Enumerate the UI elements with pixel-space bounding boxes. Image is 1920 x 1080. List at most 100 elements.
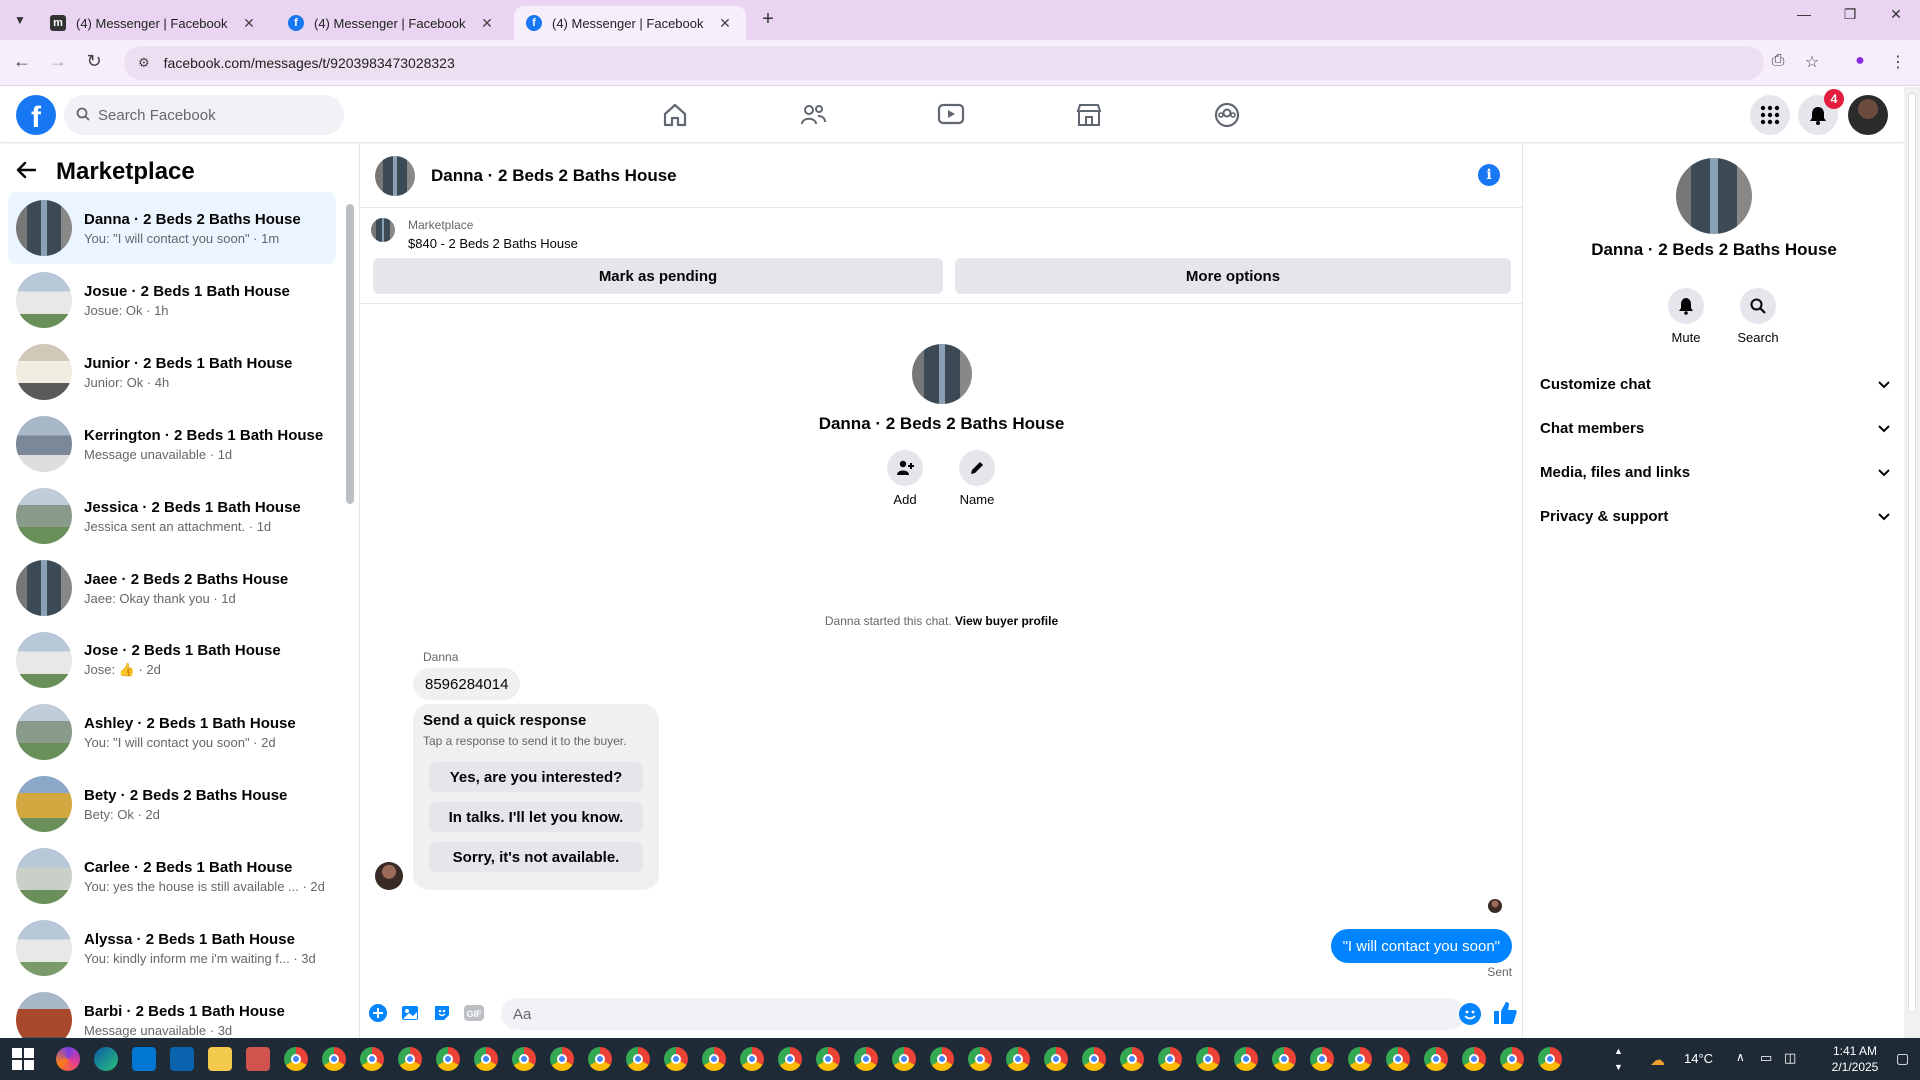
browser-tab-1[interactable]: m (4) Messenger | Facebook ✕	[38, 6, 270, 40]
account-avatar[interactable]	[1848, 95, 1888, 135]
browser-menu-icon[interactable]: ⋮	[1886, 52, 1910, 72]
chrome-icon[interactable]	[854, 1047, 878, 1071]
close-tab-icon[interactable]: ✕	[240, 15, 258, 32]
close-window-icon[interactable]: ✕	[1876, 6, 1916, 23]
edge-icon[interactable]	[94, 1047, 118, 1071]
forward-arrow-icon[interactable]: →	[46, 51, 70, 72]
windows-start-icon[interactable]	[12, 1048, 34, 1070]
notification-center-icon[interactable]: ▢	[1896, 1050, 1909, 1067]
conversation-item[interactable]: Jaee · 2 Beds 2 Baths House Jaee: Okay th…	[8, 552, 336, 624]
search-in-chat-button[interactable]: Search	[1730, 288, 1786, 345]
buyer-avatar[interactable]	[375, 862, 403, 890]
chrome-icon[interactable]	[398, 1047, 422, 1071]
sidebar-scrollbar[interactable]	[344, 192, 356, 1032]
conversation-item[interactable]: Barbi · 2 Beds 1 Bath House Message unava…	[8, 984, 336, 1038]
page-scroll-thumb[interactable]	[1908, 93, 1916, 1013]
chrome-icon[interactable]	[1500, 1047, 1524, 1071]
show-hidden-icons-chevron-icon[interactable]: ∧	[1736, 1050, 1745, 1064]
chrome-icon[interactable]	[322, 1047, 346, 1071]
chrome-icon[interactable]	[740, 1047, 764, 1071]
conversation-item[interactable]: Kerrington · 2 Beds 1 Bath House Message …	[8, 408, 336, 480]
back-arrow-icon[interactable]: ←	[10, 51, 34, 72]
thumbs-up-like-icon[interactable]	[1492, 1000, 1518, 1026]
chrome-icon[interactable]	[1006, 1047, 1030, 1071]
message-input[interactable]: Aa	[501, 998, 1465, 1030]
chrome-icon[interactable]	[1386, 1047, 1410, 1071]
network-icon[interactable]: ▭	[1760, 1050, 1772, 1066]
search-facebook-input[interactable]: Search Facebook	[64, 95, 344, 135]
outlook-icon[interactable]	[170, 1047, 194, 1071]
chrome-icon[interactable]	[550, 1047, 574, 1071]
listing-thumbnail[interactable]	[371, 218, 395, 242]
chrome-icon[interactable]	[1310, 1047, 1334, 1071]
chrome-icon[interactable]	[284, 1047, 308, 1071]
add-people-button[interactable]: Add	[875, 450, 935, 507]
file-explorer-icon[interactable]	[208, 1047, 232, 1071]
media-files-links-section[interactable]: Media, files and links	[1540, 454, 1890, 490]
chrome-icon[interactable]	[436, 1047, 460, 1071]
conversation-item[interactable]: Alyssa · 2 Beds 1 Bath House You: kindly …	[8, 912, 336, 984]
menu-grid-icon[interactable]	[1750, 95, 1790, 135]
quick-response-interested-button[interactable]: Yes, are you interested?	[429, 762, 643, 792]
chrome-icon[interactable]	[664, 1047, 688, 1071]
marketplace-icon[interactable]	[1073, 99, 1105, 131]
chrome-icon[interactable]	[1120, 1047, 1144, 1071]
new-tab-plus-icon[interactable]: +	[756, 8, 780, 31]
groups-icon[interactable]	[1211, 99, 1243, 131]
chrome-icon[interactable]	[1538, 1047, 1562, 1071]
chat-members-section[interactable]: Chat members	[1540, 410, 1890, 446]
chrome-icon[interactable]	[702, 1047, 726, 1071]
chrome-icon[interactable]	[1424, 1047, 1448, 1071]
minimize-window-icon[interactable]: —	[1784, 6, 1824, 22]
home-icon[interactable]	[659, 99, 691, 131]
conversation-item[interactable]: Jose · 2 Beds 1 Bath House Jose: 👍 · 2d	[8, 624, 336, 696]
chrome-icon[interactable]	[1082, 1047, 1106, 1071]
chrome-icon[interactable]	[778, 1047, 802, 1071]
incoming-message-bubble[interactable]: 8596284014	[413, 668, 521, 700]
plus-circle-icon[interactable]	[367, 1002, 389, 1024]
chat-title[interactable]: Danna · 2 Beds 2 Baths House	[431, 166, 677, 186]
chrome-icon[interactable]	[930, 1047, 954, 1071]
back-arrow-icon[interactable]	[16, 159, 37, 185]
store-icon[interactable]	[132, 1047, 156, 1071]
volume-icon[interactable]: ◫	[1784, 1050, 1796, 1066]
mute-button[interactable]: Mute	[1658, 288, 1714, 345]
conversation-item[interactable]: Carlee · 2 Beds 1 Bath House You: yes the…	[8, 840, 336, 912]
weather-icon[interactable]: ☁	[1650, 1051, 1665, 1069]
weather-temperature[interactable]: 14°C	[1684, 1051, 1713, 1066]
conversation-item[interactable]: Danna · 2 Beds 2 Baths House You: "I will…	[8, 192, 336, 264]
photo-icon[interactable]	[399, 1002, 421, 1024]
mark-as-pending-button[interactable]: Mark as pending	[373, 258, 943, 294]
bookmark-star-icon[interactable]: ☆	[1800, 52, 1824, 72]
chrome-icon[interactable]	[1158, 1047, 1182, 1071]
conversation-item[interactable]: Junior · 2 Beds 1 Bath House Junior: Ok ·…	[8, 336, 336, 408]
gif-icon[interactable]: GIF	[463, 1002, 485, 1024]
quick-response-in-talks-button[interactable]: In talks. I'll let you know.	[429, 802, 643, 832]
chrome-icon[interactable]	[626, 1047, 650, 1071]
video-icon[interactable]	[935, 99, 967, 131]
quick-response-not-available-button[interactable]: Sorry, it's not available.	[429, 842, 643, 872]
chrome-icon[interactable]	[1272, 1047, 1296, 1071]
chrome-icon[interactable]	[816, 1047, 840, 1071]
app-icon[interactable]	[246, 1047, 270, 1071]
taskbar-scroll-down-icon[interactable]: ▼	[1614, 1062, 1623, 1072]
conversation-item[interactable]: Ashley · 2 Beds 1 Bath House You: "I will…	[8, 696, 336, 768]
facebook-logo-icon[interactable]: f	[16, 95, 56, 135]
sidebar-scroll-thumb[interactable]	[346, 204, 354, 504]
info-icon[interactable]: i	[1478, 164, 1500, 186]
chrome-icon[interactable]	[1234, 1047, 1258, 1071]
customize-chat-section[interactable]: Customize chat	[1540, 366, 1890, 402]
close-tab-icon[interactable]: ✕	[716, 15, 734, 32]
chrome-icon[interactable]	[512, 1047, 536, 1071]
outgoing-message-bubble[interactable]: "I will contact you soon"	[1330, 929, 1512, 963]
chrome-icon[interactable]	[1044, 1047, 1068, 1071]
install-app-icon[interactable]: ⎙	[1766, 52, 1790, 70]
reload-icon[interactable]: ↻	[82, 51, 106, 72]
chat-avatar[interactable]	[375, 155, 415, 196]
page-scrollbar[interactable]	[1904, 87, 1920, 1038]
privacy-support-section[interactable]: Privacy & support	[1540, 498, 1890, 534]
close-tab-icon[interactable]: ✕	[478, 15, 496, 32]
browser-tab-2[interactable]: f (4) Messenger | Facebook ✕	[276, 6, 508, 40]
chrome-icon[interactable]	[474, 1047, 498, 1071]
chrome-icon[interactable]	[968, 1047, 992, 1071]
